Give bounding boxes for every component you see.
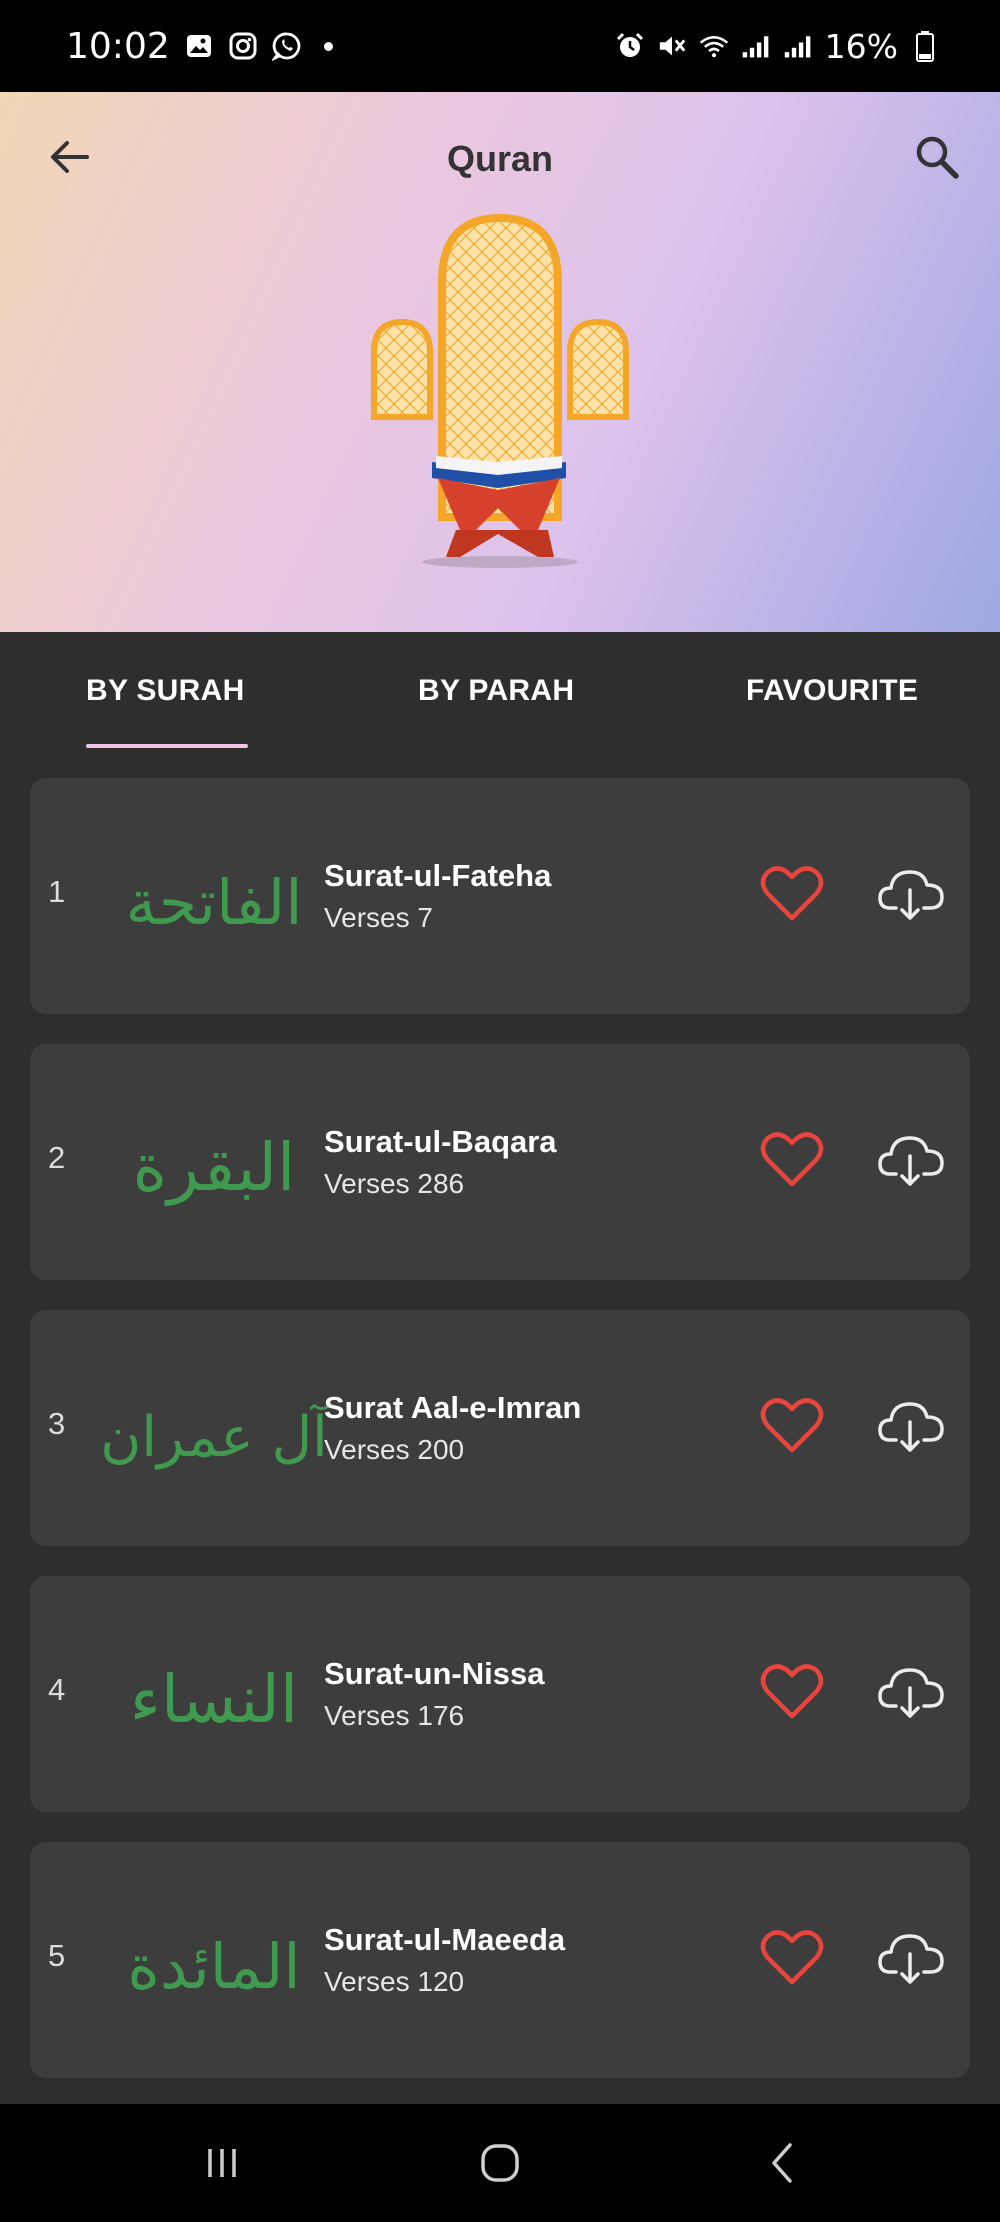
alarm-icon (615, 31, 645, 61)
surah-verses: Verses 120 (324, 1966, 465, 1997)
tab-favourite[interactable]: FAVOURITE (746, 674, 918, 708)
surah-arabic-name: آل عمران (100, 1403, 330, 1470)
recents-button[interactable] (192, 2138, 252, 2188)
tab-by-parah[interactable]: BY PARAH (418, 674, 574, 708)
surah-verses: Verses 176 (324, 1700, 465, 1731)
surah-card[interactable]: 5 المائدة Surat-ul-Maeeda Verses 120 (30, 1842, 970, 2078)
surah-calligraphy: الفاتحة (126, 866, 303, 939)
battery-icon (910, 31, 940, 62)
signal-icon-2 (783, 31, 813, 61)
mute-icon (657, 31, 687, 61)
status-time: 10:02 (66, 25, 170, 67)
surah-number: 4 (48, 1672, 66, 1707)
system-back-button[interactable] (752, 2138, 812, 2188)
instagram-icon (228, 31, 258, 61)
surah-arabic-name: المائدة (127, 1930, 300, 2003)
surah-calligraphy: البقرة (133, 1129, 296, 1206)
surah-verses: Verses 286 (324, 1168, 465, 1199)
surah-arabic-name: النساء (130, 1661, 298, 1738)
surah-number: 5 (48, 1938, 66, 1973)
battery-percent: 16% (824, 26, 898, 66)
surah-card[interactable]: 1 الفاتحة Surat-ul-Fateha Verses 7 (30, 778, 970, 1014)
chevron-left-icon (772, 2143, 792, 2183)
surah-arabic-name: البقرة (133, 1129, 296, 1206)
surah-name: Surat-ul-Baqara (324, 1124, 557, 1159)
cloud-download-icon[interactable] (878, 866, 944, 922)
surah-name: Surat-ul-Fateha (324, 858, 552, 893)
cloud-download-icon[interactable] (878, 1930, 944, 1986)
gallery-icon (184, 31, 214, 61)
surah-number: 2 (48, 1140, 66, 1175)
surah-number: 1 (48, 874, 66, 909)
tab-by-surah[interactable]: BY SURAH (86, 674, 245, 708)
status-bar: 10:02 16% (0, 0, 1000, 92)
cloud-download-icon[interactable] (878, 1664, 944, 1720)
surah-arabic-name: الفاتحة (126, 866, 303, 939)
surah-card[interactable]: 4 النساء Surat-un-Nissa Verses 176 (30, 1576, 970, 1812)
heart-outline-icon[interactable] (760, 1662, 824, 1722)
quran-illustration (370, 212, 630, 582)
surah-card[interactable]: 3 آل عمران Surat Aal-e-Imran Verses 200 (30, 1310, 970, 1546)
heart-outline-icon[interactable] (760, 1396, 824, 1456)
home-button[interactable] (470, 2138, 530, 2188)
surah-name: Surat-un-Nissa (324, 1656, 545, 1691)
search-icon (916, 136, 959, 179)
tab-bar: BY SURAH BY PARAH FAVOURITE (0, 632, 1000, 752)
signal-icon (741, 31, 771, 61)
surah-calligraphy: النساء (130, 1661, 298, 1738)
surah-verses: Verses 7 (324, 902, 433, 933)
status-left: 10:02 (66, 26, 333, 67)
cloud-download-icon[interactable] (878, 1132, 944, 1188)
notification-dot-icon (323, 41, 333, 51)
surah-name: Surat-ul-Maeeda (324, 1922, 566, 1957)
home-icon (481, 2144, 519, 2182)
header: Quran (0, 92, 1000, 632)
tab-active-indicator (86, 744, 248, 748)
wifi-icon (699, 31, 729, 61)
surah-calligraphy: المائدة (127, 1930, 300, 2003)
surah-card[interactable]: 2 البقرة Surat-ul-Baqara Verses 286 (30, 1044, 970, 1280)
page-title: Quran (446, 138, 553, 179)
whatsapp-icon (271, 31, 302, 61)
surah-calligraphy: آل عمران (100, 1403, 330, 1470)
search-button[interactable] (908, 128, 966, 186)
cloud-download-icon[interactable] (878, 1398, 944, 1454)
surah-verses: Verses 200 (324, 1434, 465, 1465)
surah-number: 3 (48, 1406, 66, 1441)
heart-outline-icon[interactable] (760, 1130, 824, 1190)
heart-outline-icon[interactable] (760, 864, 824, 924)
status-right: 16% (615, 27, 940, 66)
surah-name: Surat Aal-e-Imran (324, 1390, 582, 1425)
heart-outline-icon[interactable] (760, 1928, 824, 1988)
system-nav-bar (0, 2104, 1000, 2222)
recents-icon (208, 2149, 236, 2177)
